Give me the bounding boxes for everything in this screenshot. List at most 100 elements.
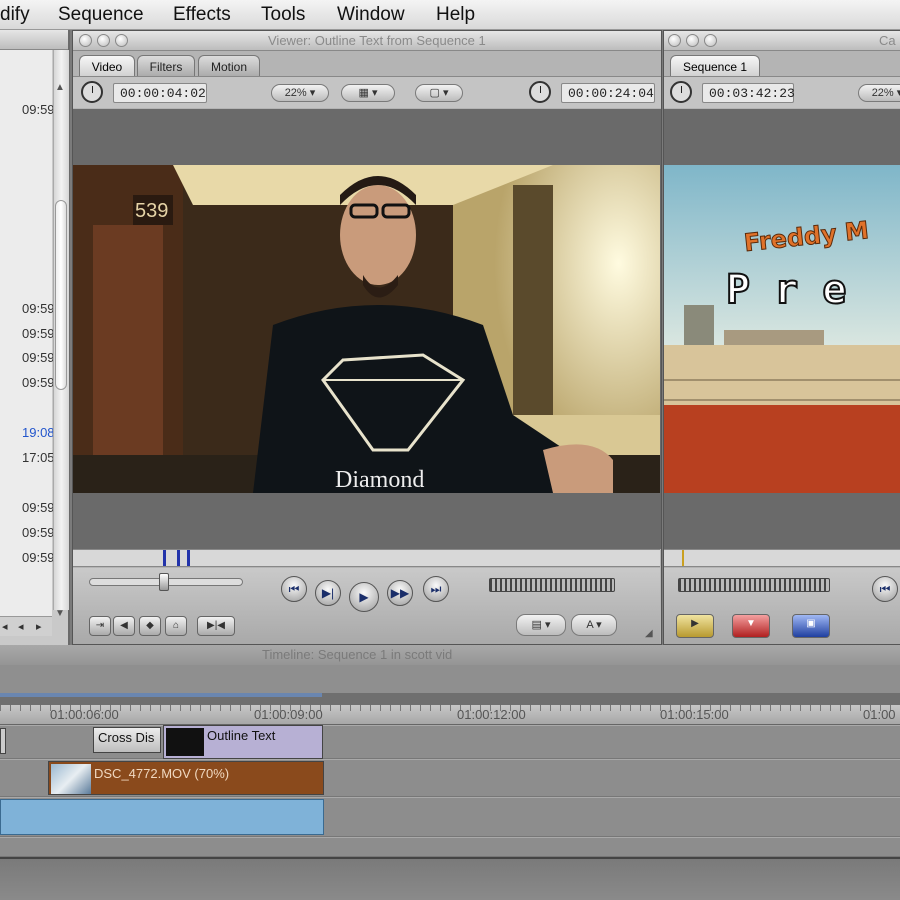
viewer-toolbar: 00:00:04:02 22% ▾ ▦ ▾ ▢ ▾ 00:00:24:04 <box>73 76 661 108</box>
timeline-window: Timeline: Sequence 1 in scott vid 01:00:… <box>0 645 900 900</box>
go-to-previous-edit-button[interactable]: ⏮ <box>281 576 307 602</box>
canvas-transport-bar: ⏮ ▶ ▼ ▣ <box>664 568 900 644</box>
viewer-scrubber[interactable] <box>73 549 660 567</box>
canvas-playhead[interactable] <box>682 550 684 566</box>
browser-row-time[interactable]: 09:59 <box>0 350 55 365</box>
canvas-zoom-value: 22% <box>871 87 894 99</box>
insert-edit-button[interactable]: ▶ <box>676 614 714 638</box>
shirt-text: Diamond <box>335 467 424 493</box>
play-around-button[interactable]: ▶▶ <box>387 580 413 606</box>
timeline-ruler[interactable] <box>0 705 900 725</box>
match-frame-button[interactable]: ⇥ <box>89 616 111 636</box>
minimize-window-button[interactable] <box>97 34 110 47</box>
minimize-window-button[interactable] <box>686 34 699 47</box>
timeline-titlebar: Timeline: Sequence 1 in scott vid <box>0 645 900 665</box>
viewer-video-frame[interactable]: 539 Diamond <box>73 165 660 493</box>
zoom-value: 22% <box>284 87 307 99</box>
scroll-down-arrow-icon[interactable]: ▼ <box>55 608 65 619</box>
timeline-bottom-bar <box>0 857 900 900</box>
scroll-right-arrow-icon[interactable]: ▸ <box>36 620 42 633</box>
outline-text-clip[interactable]: Outline Text <box>163 725 323 759</box>
overwrite-edit-button[interactable]: ▼ <box>732 614 770 638</box>
zoom-window-button[interactable] <box>704 34 717 47</box>
sign-number-text: 539 <box>135 200 168 222</box>
recent-clips-popup[interactable]: ▤ ▾ <box>516 614 566 636</box>
current-timecode-field[interactable]: 00:00:24:04 <box>561 83 655 103</box>
scroll-up-arrow-icon[interactable]: ▲ <box>55 82 65 93</box>
resize-grip-icon[interactable]: ◢ <box>645 628 653 639</box>
browser-row-time-selected[interactable]: 19:08 <box>0 425 55 440</box>
browser-row-time[interactable]: 09:59 <box>0 375 55 390</box>
playhead[interactable] <box>177 550 180 566</box>
close-window-button[interactable] <box>668 34 681 47</box>
menu-window[interactable]: Window <box>337 4 405 26</box>
timeline-render-bar <box>0 693 900 705</box>
outline-text-clip-label: Outline Text <box>207 728 276 743</box>
canvas-toolbar: 00:03:42:23 22% ▾ <box>664 76 900 108</box>
play-in-to-out-button[interactable]: ▶| <box>315 580 341 606</box>
mark-in-button[interactable]: ◀ <box>113 616 135 636</box>
ruler-timecode: 01:00:09:00 <box>254 707 323 722</box>
menu-modify[interactable]: dify <box>0 4 30 26</box>
canvas-zoom-popup[interactable]: 22% ▾ <box>858 84 900 102</box>
view-popup[interactable]: ▦ ▾ <box>341 84 395 102</box>
play-button[interactable]: ▶ <box>349 582 379 612</box>
browser-row-time[interactable]: 09:59 <box>0 525 55 540</box>
timecode-clock-icon <box>529 81 551 103</box>
menu-bar: dify Sequence Effects Tools Window Help <box>0 0 900 30</box>
canvas-title: Ca <box>879 33 896 48</box>
jog-control[interactable] <box>489 578 615 592</box>
viewer-transport-bar: ⏮ ▶| ▶ ▶▶ ⏭ ⇥ ◀ ◆ ⌂ ▶|◀ ▤ ▾ A ▾ ◢ <box>73 568 660 644</box>
go-to-next-edit-button[interactable]: ⏭ <box>423 576 449 602</box>
canvas-jog-control[interactable] <box>678 578 830 592</box>
canvas-video-frame[interactable]: Freddy M P r e <box>664 165 900 493</box>
tab-filters[interactable]: Filters <box>137 55 195 77</box>
replace-edit-button[interactable]: ▣ <box>792 614 830 638</box>
tab-video[interactable]: Video <box>79 55 135 77</box>
scroll-left-arrow-icon[interactable]: ◂ <box>18 620 24 633</box>
browser-row-time[interactable]: 09:59 <box>0 500 55 515</box>
add-keyframe-button[interactable]: ◆ <box>139 616 161 636</box>
add-marker-button[interactable]: ⌂ <box>165 616 187 636</box>
menu-help[interactable]: Help <box>436 4 475 26</box>
menu-tools[interactable]: Tools <box>261 4 305 26</box>
browser-bottom-bar: ◂ ◂ ▸ <box>0 616 52 636</box>
canvas-titlebar: Ca <box>664 31 900 51</box>
out-point-marker[interactable] <box>187 550 190 566</box>
in-point-marker[interactable] <box>163 550 166 566</box>
canvas-timecode-field[interactable]: 00:03:42:23 <box>702 83 795 103</box>
ruler-timecode: 01:00 <box>863 707 896 722</box>
mark-in-out-button[interactable]: ▶|◀ <box>197 616 235 636</box>
browser-row-time[interactable]: 09:59 <box>0 301 55 316</box>
duration-field[interactable]: 00:00:04:02 <box>113 83 207 103</box>
timeline-title: Timeline: Sequence 1 in scott vid <box>262 647 453 662</box>
canvas-scrubber[interactable] <box>664 549 900 567</box>
viewer-titlebar: Viewer: Outline Text from Sequence 1 <box>73 31 661 51</box>
overlay-popup[interactable]: ▢ ▾ <box>415 84 463 102</box>
shuttle-slider-thumb[interactable] <box>159 573 169 591</box>
browser-scroll-thumb[interactable] <box>55 200 67 390</box>
audio-clip[interactable] <box>0 799 324 835</box>
cross-dissolve-transition[interactable]: Cross Dis <box>93 727 161 753</box>
clip-edge[interactable] <box>0 728 6 754</box>
tab-sequence-1[interactable]: Sequence 1 <box>670 55 760 77</box>
browser-row-time[interactable]: 09:59 <box>0 102 55 117</box>
menu-sequence[interactable]: Sequence <box>58 4 144 26</box>
video-clip-dsc-4772[interactable]: DSC_4772.MOV (70%) <box>48 761 324 795</box>
ruler-timecode: 01:00:15:00 <box>660 707 729 722</box>
scroll-left-icon[interactable]: ◂ <box>2 620 8 633</box>
browser-row-time[interactable]: 17:05 <box>0 450 55 465</box>
track-empty <box>0 837 900 857</box>
canvas-previous-edit-button[interactable]: ⏮ <box>872 576 898 602</box>
ruler-timecode: 01:00:12:00 <box>457 707 526 722</box>
menu-effects[interactable]: Effects <box>173 4 231 26</box>
browser-row-time[interactable]: 09:59 <box>0 326 55 341</box>
render-status-bar <box>0 693 322 697</box>
zoom-window-button[interactable] <box>115 34 128 47</box>
clip-thumbnail <box>51 764 91 794</box>
generator-popup[interactable]: A ▾ <box>571 614 617 636</box>
close-window-button[interactable] <box>79 34 92 47</box>
zoom-popup[interactable]: 22% ▾ <box>271 84 329 102</box>
tab-motion[interactable]: Motion <box>198 55 260 77</box>
browser-row-time[interactable]: 09:59 <box>0 550 55 565</box>
